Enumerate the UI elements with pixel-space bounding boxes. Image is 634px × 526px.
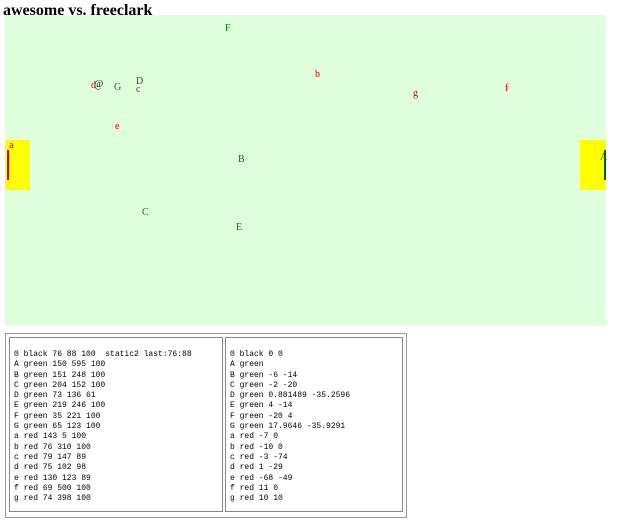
state-line: 0 black 76 88 100 static2 last:76:88	[14, 350, 192, 359]
left-goal-line	[7, 150, 9, 180]
command-line: F green -20 4	[230, 411, 293, 421]
command-line: A green	[230, 360, 264, 370]
player-green-F: F	[225, 23, 231, 34]
command-line: g red 10 10	[230, 494, 283, 504]
command-line: f red 11 0	[230, 483, 279, 493]
player-green-A: A	[600, 152, 608, 163]
state-line: f red 69 500 100	[14, 483, 91, 493]
command-line: a red -7 0	[230, 432, 279, 442]
command-line: B green -6 -14	[230, 370, 298, 380]
info-panel: 0 black 76 88 100 static2 last:76:88 A g…	[5, 333, 407, 518]
state-line: c red 79 147 89	[14, 452, 87, 462]
state-line: B green 151 248 100	[14, 370, 106, 380]
state-line: d red 75 102 98	[14, 463, 87, 473]
player-red-a: a	[9, 140, 14, 151]
state-line: g red 74 398 100	[14, 494, 91, 504]
player-green-B: B	[238, 154, 245, 165]
command-line: c red -3 -74	[230, 452, 288, 462]
player-red-c: c	[136, 84, 141, 95]
command-line: E green 4 -14	[230, 401, 293, 411]
player-red-e: e	[115, 121, 120, 132]
right-goal	[580, 140, 606, 190]
soccer-field: a A F b @ d G D c g f e B C E	[5, 15, 608, 326]
command-line: C green -2 -20	[230, 380, 298, 390]
player-green-G: G	[114, 82, 122, 93]
state-panel: 0 black 76 88 100 static2 last:76:88 A g…	[9, 337, 223, 512]
state-line: a red 143 5 100	[14, 432, 87, 442]
player-green-E: E	[236, 222, 243, 233]
command-line: e red -68 -49	[230, 473, 293, 483]
command-line: D green 0.881489 -35.2596	[230, 391, 351, 401]
state-line: A green 150 595 100	[14, 360, 106, 370]
command-line: 0 black 0 0	[230, 350, 283, 359]
command-line: b red -10 0	[230, 442, 283, 452]
player-red-f: f	[505, 83, 509, 94]
state-line: e red 130 123 89	[14, 473, 91, 483]
player-red-g: g	[413, 88, 418, 99]
state-line: b red 76 310 100	[14, 442, 91, 452]
state-line: C green 204 152 100	[14, 380, 106, 390]
player-red-d: d	[91, 80, 96, 91]
command-panel: 0 black 0 0 A green B green -6 -14 C gre…	[225, 337, 403, 512]
command-line: G green 17.9646 -35.9291	[230, 422, 346, 432]
state-line: D green 73 136 61	[14, 391, 96, 401]
command-line: d red 1 -29	[230, 463, 283, 473]
state-line: G green 65 123 100	[14, 422, 101, 432]
state-line: F green 35 221 100	[14, 411, 101, 421]
player-green-C: C	[142, 207, 149, 218]
state-line: E green 219 246 100	[14, 401, 106, 411]
player-red-b: b	[315, 69, 320, 80]
